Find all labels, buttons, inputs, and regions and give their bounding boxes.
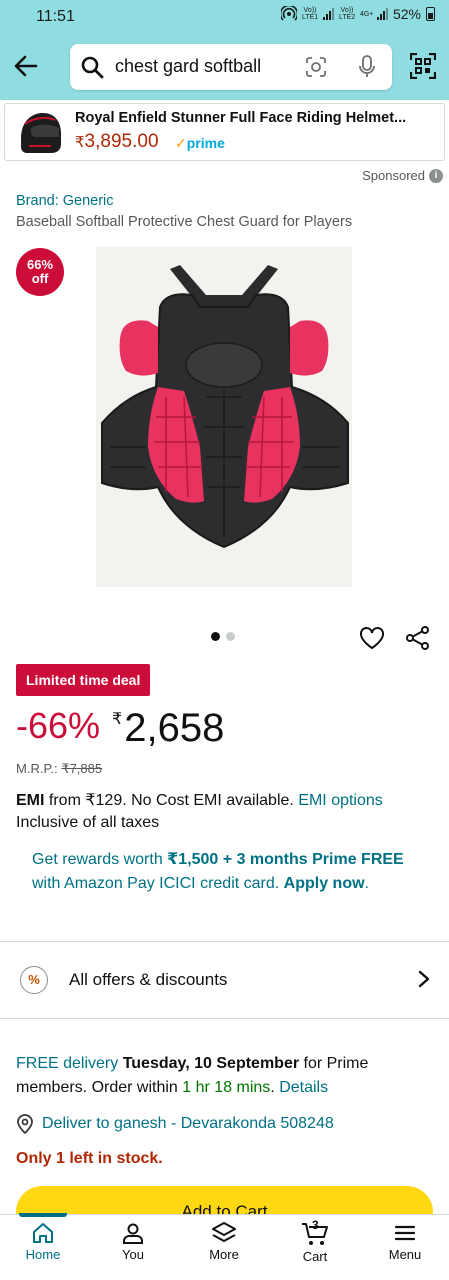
ad-price: ₹3,895.00 xyxy=(75,131,159,152)
layers-icon xyxy=(212,1222,236,1242)
search-input[interactable]: chest gard softball xyxy=(70,44,392,90)
product-title: Baseball Softball Protective Chest Guard… xyxy=(16,214,353,230)
emi-options-link[interactable]: EMI options xyxy=(298,792,382,809)
battery-icon xyxy=(426,7,435,21)
free-delivery-link[interactable]: FREE delivery xyxy=(16,1055,118,1072)
bottom-navigation: Home You More 3 Cart Menu xyxy=(0,1213,449,1280)
hamburger-menu-icon xyxy=(394,1225,416,1241)
signal1-icon xyxy=(322,8,334,20)
mrp: M.R.P.: ₹7,885 xyxy=(16,761,103,776)
search-icon xyxy=(81,56,104,79)
nav-home[interactable]: Home xyxy=(8,1221,78,1262)
heart-icon[interactable] xyxy=(359,626,385,650)
apply-now-link[interactable]: Apply now xyxy=(284,875,365,892)
search-query: chest gard softball xyxy=(115,56,262,76)
tax-note: Inclusive of all taxes xyxy=(16,814,160,831)
share-icon[interactable] xyxy=(405,626,431,650)
brand-link[interactable]: Brand: Generic xyxy=(16,193,114,209)
back-arrow-icon[interactable] xyxy=(10,50,42,82)
network-label: 4G+ xyxy=(359,10,374,18)
sim1-label: Vo)) LTE1 xyxy=(301,7,319,21)
delivery-info: FREE delivery Tuesday, 10 September for … xyxy=(16,1055,369,1096)
price-currency: ₹ xyxy=(112,711,123,728)
helmet-thumbnail xyxy=(21,113,61,153)
signal2-icon xyxy=(376,8,388,20)
emi-info: EMI from ₹129. No Cost EMI available. EM… xyxy=(16,792,383,809)
delivery-details-link[interactable]: Details xyxy=(279,1079,328,1096)
status-icons: Vo)) LTE1 Vo)) LTE2 4G+ 52% xyxy=(280,6,435,22)
sponsored-ad-banner[interactable]: Royal Enfield Stunner Full Face Riding H… xyxy=(4,103,445,161)
all-offers-label: All offers & discounts xyxy=(69,970,228,989)
qr-scan-icon[interactable] xyxy=(410,53,436,79)
camera-lens-icon[interactable] xyxy=(304,55,328,79)
battery-percent: 52% xyxy=(392,6,421,22)
nav-menu[interactable]: Menu xyxy=(370,1221,440,1262)
product-image[interactable] xyxy=(96,247,352,587)
nav-cart[interactable]: 3 Cart xyxy=(280,1218,350,1264)
offer-percent-icon: % xyxy=(20,966,48,994)
chevron-right-icon xyxy=(418,970,430,988)
microphone-icon[interactable] xyxy=(357,54,377,80)
info-icon: i xyxy=(429,168,443,183)
ad-product-title: Royal Enfield Stunner Full Face Riding H… xyxy=(75,110,407,126)
image-carousel-dots[interactable] xyxy=(211,632,235,641)
stock-status: Only 1 left in stock. xyxy=(16,1150,163,1167)
cart-count: 3 xyxy=(312,1218,319,1232)
user-icon xyxy=(123,1223,143,1244)
limited-time-deal-badge: Limited time deal xyxy=(16,664,151,696)
nav-active-indicator xyxy=(19,1213,67,1217)
location-pin-icon xyxy=(17,1114,33,1134)
divider xyxy=(0,1018,449,1019)
hotspot-icon xyxy=(280,6,297,21)
status-bar: 11:51 Vo)) LTE1 Vo)) LTE2 4G+ 52% xyxy=(0,0,449,36)
all-offers-row[interactable]: % All offers & discounts xyxy=(0,942,449,1018)
discount-badge: 66% off xyxy=(16,248,64,296)
carousel-dot[interactable] xyxy=(226,632,235,641)
prime-badge: ✓prime xyxy=(175,135,225,151)
deliver-to-location[interactable]: Deliver to ganesh - Devarakonda 508248 xyxy=(16,1114,334,1134)
sponsored-label[interactable]: Sponsored i xyxy=(362,168,443,183)
carousel-dot-active[interactable] xyxy=(211,632,220,641)
sim2-label: Vo)) LTE2 xyxy=(338,7,356,21)
price-value: 2,658 xyxy=(124,706,225,750)
price-row: -66% ₹ 2,658 xyxy=(16,705,224,751)
delivery-countdown: 1 hr 18 mins xyxy=(182,1079,271,1096)
nav-you[interactable]: You xyxy=(98,1221,168,1262)
discount-percent: -66% xyxy=(16,705,101,746)
status-time: 11:51 xyxy=(36,8,75,25)
chest-guard-illustration xyxy=(101,265,349,549)
search-header: chest gard softball xyxy=(0,36,449,100)
nav-more[interactable]: More xyxy=(189,1221,259,1262)
rewards-offer[interactable]: Get rewards worth ₹1,500 + 3 months Prim… xyxy=(32,848,412,896)
home-icon xyxy=(33,1223,53,1243)
